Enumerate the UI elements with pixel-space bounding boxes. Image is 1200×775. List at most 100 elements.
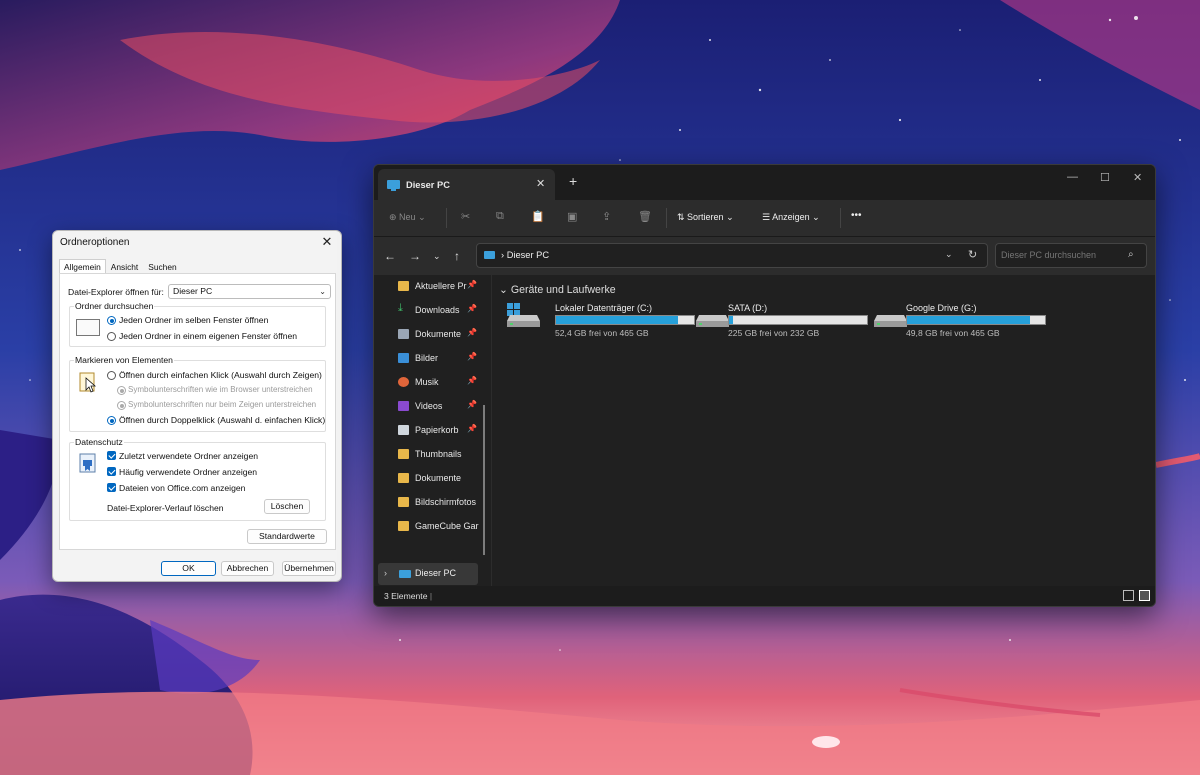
toolbar-divider [446,208,447,228]
details-view-icon[interactable] [1123,590,1134,601]
sidebar-item-documents[interactable]: Dokumente 📌 [396,324,484,346]
tiles-view-icon[interactable] [1139,590,1150,601]
same-window-label: Jeden Ordner im selben Fenster öffnen [119,315,269,325]
chevron-right-icon[interactable]: › [384,568,387,578]
breadcrumb-dieser-pc[interactable]: Dieser PC [507,250,549,260]
radio-own-window[interactable] [107,332,116,341]
rename-icon[interactable]: ▣ [567,210,577,223]
apply-button[interactable]: Übernehmen [282,561,336,576]
recent-folders-label: Zuletzt verwendete Ordner anzeigen [119,451,259,461]
sidebar-item-screenshots[interactable]: Bildschirmfotos [396,492,484,514]
up-arrow-icon[interactable]: ↑ [454,249,460,263]
radio-double-click[interactable] [107,416,116,425]
cancel-button[interactable]: Abbrechen [221,561,274,576]
clear-history-button[interactable]: Löschen [264,499,310,514]
sidebar-item-videos[interactable]: Videos 📌 [396,396,484,418]
sidebar-item-label: Thumbnails [415,449,462,459]
same-window-icon [76,319,100,336]
address-bar[interactable]: › Dieser PC ⌄ ↻ [476,243,988,268]
copy-icon[interactable]: ⧉ [496,210,504,223]
sidebar-item-music[interactable]: Musik 📌 [396,372,484,394]
tab-allgemein[interactable]: Allgemein [59,259,106,274]
forward-arrow-icon[interactable]: → [409,249,421,263]
general-tab-panel: Datei-Explorer öffnen für: Dieser PC ⌄ O… [59,273,336,550]
drive-c[interactable]: Lokaler Datenträger (C:) 52,4 GB frei vo… [502,303,695,339]
drive-usage-bar [555,315,695,325]
sidebar-scrollbar[interactable] [483,405,485,555]
underline-hover-label: Symbolunterschriften nur beim Zeigen unt… [128,400,317,409]
search-input[interactable] [1001,250,1121,260]
sort-button[interactable]: ⇅ Sortieren ⌄ [677,212,734,223]
drive-usage-bar [906,315,1046,325]
address-row: ← → ⌄ ↑ › Dieser PC ⌄ ↻ ⌕ [374,237,1155,275]
open-for-select[interactable]: Dieser PC ⌄ [168,284,331,299]
view-label: Anzeigen [772,212,810,222]
delete-icon[interactable]: 🗑 [638,210,652,223]
search-box[interactable]: ⌕ [995,243,1147,268]
close-icon[interactable]: ✕ [319,234,335,250]
minimize-icon[interactable]: — [1067,171,1078,183]
single-click-label: Öffnen durch einfachen Klick (Auswahl du… [119,370,322,380]
share-icon[interactable]: ⇪ [602,210,611,223]
folder-icon [398,449,409,459]
pin-icon: 📌 [467,352,477,361]
hard-drive-icon [874,315,907,327]
defaults-button[interactable]: Standardwerte [247,529,327,544]
recent-locations-icon[interactable]: ⌄ [433,251,441,262]
music-icon [398,377,409,387]
maximize-icon[interactable]: ☐ [1100,171,1110,184]
sidebar-item-pictures[interactable]: Bilder 📌 [396,348,484,370]
close-tab-icon[interactable]: ✕ [536,177,545,190]
sidebar-item-recent[interactable]: Aktuellere Pr 📌 [396,276,484,298]
back-arrow-icon[interactable]: ← [384,249,396,263]
command-bar: ⊕ Neu ⌄ ✂ ⧉ 📋 ▣ ⇪ 🗑 ⇅ Sortieren ⌄ ☰ Anze… [374,200,1155,237]
checkbox-frequent-folders[interactable] [107,467,116,476]
folder-options-dialog: Ordneroptionen ✕ Allgemein Ansicht Suche… [52,230,342,582]
refresh-icon[interactable]: ↻ [968,248,977,261]
sidebar-item-label: Dokumente [415,473,462,483]
drive-name: Google Drive (G:) [906,303,977,313]
search-icon[interactable]: ⌕ [1128,249,1134,260]
open-for-label: Datei-Explorer öffnen für: [68,287,164,297]
radio-single-click[interactable] [107,371,116,380]
tab-dieser-pc[interactable]: Dieser PC ✕ [378,169,555,200]
sidebar-item-documents-folder[interactable]: Dokumente [396,468,484,490]
drive-free-space: 225 GB frei von 232 GB [728,328,820,338]
navigation-pane: Aktuellere Pr 📌 ⤓ Downloads 📌 Dokumente … [374,275,492,588]
view-button[interactable]: ☰ Anzeigen ⌄ [762,212,820,223]
address-history-icon[interactable]: ⌄ [945,249,953,260]
radio-same-window[interactable] [107,316,116,325]
browse-folders-label: Ordner durchsuchen [74,301,155,311]
tab-suchen[interactable]: Suchen [143,259,181,273]
drive-g[interactable]: Google Drive (G:) 49,8 GB frei von 465 G… [869,303,1055,339]
paste-icon[interactable]: 📋 [531,210,545,223]
drive-usage-fill [907,316,1031,324]
sort-label: Sortieren [687,212,724,222]
sidebar-item-thumbnails[interactable]: Thumbnails [396,444,484,466]
checkbox-office-files[interactable] [107,483,116,492]
checkbox-recent-folders[interactable] [107,451,116,460]
drive-d[interactable]: SATA (D:) 225 GB frei von 232 GB [691,303,877,339]
sidebar-item-gamecube[interactable]: GameCube Garr [396,516,484,538]
drive-usage-fill [729,316,734,324]
home-folder-icon [398,281,409,291]
recycle-bin-icon [398,425,409,435]
pin-icon: 📌 [467,328,477,337]
sidebar-item-recycle-bin[interactable]: Papierkorb 📌 [396,420,484,442]
devices-section-header[interactable]: ⌄ Geräte und Laufwerke [499,284,616,296]
new-button[interactable]: ⊕ Neu ⌄ [389,212,426,223]
more-options-icon[interactable]: ••• [851,210,862,221]
folder-icon [398,521,409,531]
tab-ansicht[interactable]: Ansicht [106,259,143,273]
privacy-group: Datenschutz Zuletzt verwendete Ordner an… [69,437,326,521]
view-icon: ☰ [762,212,773,222]
file-explorer-window: Dieser PC ✕ + — ☐ ✕ ⊕ Neu ⌄ ✂ ⧉ 📋 ▣ ⇪ 🗑 … [373,164,1156,607]
underline-browser-label: Symbolunterschriften wie im Browser unte… [128,385,313,394]
ok-button[interactable]: OK [161,561,216,576]
close-window-icon[interactable]: ✕ [1133,171,1142,184]
sidebar-item-this-pc[interactable]: › Dieser PC [378,563,478,585]
new-tab-icon[interactable]: + [569,173,577,189]
cut-icon[interactable]: ✂ [461,210,470,223]
breadcrumb: › Dieser PC [501,250,550,260]
sidebar-item-downloads[interactable]: ⤓ Downloads 📌 [396,300,484,322]
